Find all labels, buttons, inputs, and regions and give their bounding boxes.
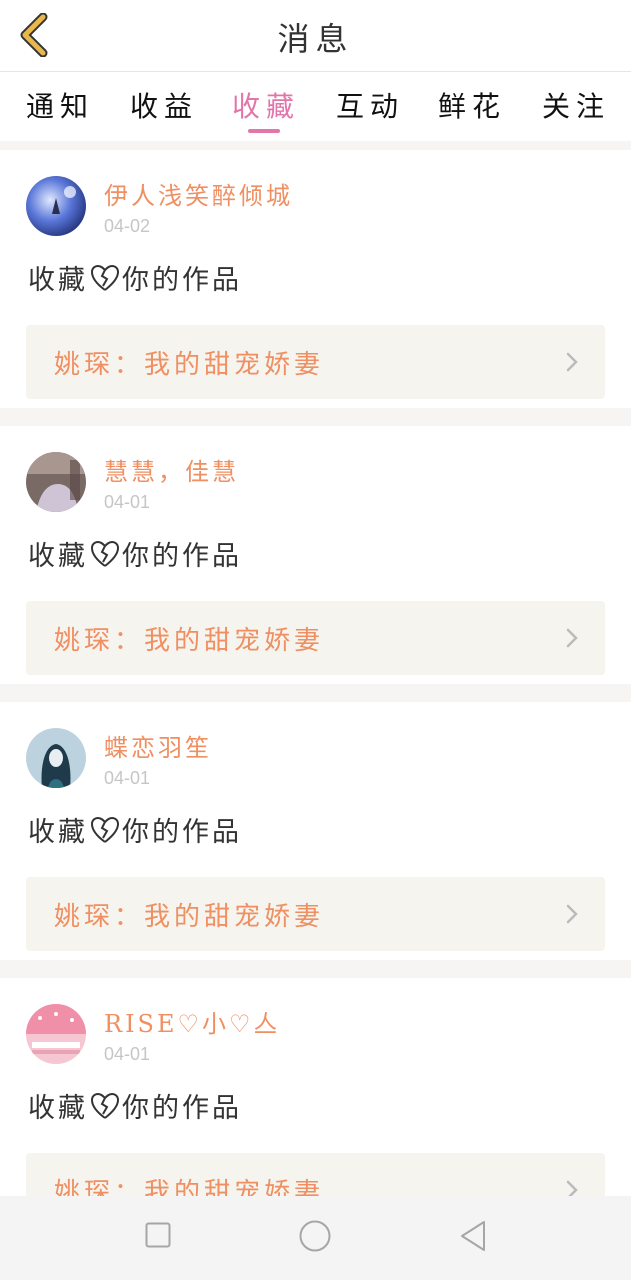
action-suffix: 你的作品 xyxy=(122,265,242,296)
message-date: 04-01 xyxy=(104,768,151,788)
action-suffix: 你的作品 xyxy=(122,817,242,848)
action-text: 收藏 你的作品 xyxy=(28,258,242,297)
circle-icon[interactable] xyxy=(299,1220,331,1252)
avatar[interactable] xyxy=(26,1004,86,1064)
action-text: 收藏 你的作品 xyxy=(28,534,242,573)
work-link[interactable]: 姚琛：我的甜宠娇妻 xyxy=(26,1153,605,1196)
work-title: 姚琛：我的甜宠娇妻 xyxy=(54,902,325,932)
message-date: 04-02 xyxy=(104,216,151,236)
chevron-right-icon xyxy=(566,352,578,372)
action-prefix: 收藏 xyxy=(28,265,88,296)
action-suffix: 你的作品 xyxy=(122,541,242,572)
tab-earnings[interactable]: 收益 xyxy=(130,85,198,125)
avatar[interactable] xyxy=(26,452,86,512)
work-title: 姚琛：我的甜宠娇妻 xyxy=(54,626,325,656)
chevron-right-icon xyxy=(566,1180,578,1196)
action-prefix: 收藏 xyxy=(28,1093,88,1124)
action-text: 收藏 你的作品 xyxy=(28,1086,242,1125)
list-item: 蝶恋羽笙 04-01 收藏 你的作品 姚琛：我的甜宠娇妻 xyxy=(0,702,631,960)
message-date: 04-01 xyxy=(104,1044,151,1064)
work-title: 姚琛：我的甜宠娇妻 xyxy=(54,350,325,380)
broken-heart-icon xyxy=(90,264,120,291)
tab-flowers[interactable]: 鲜花 xyxy=(438,85,506,125)
list-item: RISE♡小♡亼 04-01 收藏 你的作品 姚琛：我的甜宠娇妻 xyxy=(0,978,631,1196)
active-tab-indicator xyxy=(248,129,280,133)
action-suffix: 你的作品 xyxy=(122,1093,242,1124)
tab-bar: 通知 收益 收藏 互动 鲜花 关注 xyxy=(0,73,631,141)
message-list[interactable]: 伊人浅笑醉倾城 04-02 收藏 你的作品 姚琛：我的甜宠娇妻 慧慧，佳慧 04… xyxy=(0,141,631,1196)
chevron-right-icon xyxy=(566,628,578,648)
tab-favorites[interactable]: 收藏 xyxy=(232,85,300,125)
broken-heart-icon xyxy=(90,816,120,843)
avatar[interactable] xyxy=(26,728,86,788)
action-prefix: 收藏 xyxy=(28,541,88,572)
work-link[interactable]: 姚琛：我的甜宠娇妻 xyxy=(26,877,605,951)
action-prefix: 收藏 xyxy=(28,817,88,848)
tab-notice[interactable]: 通知 xyxy=(26,85,94,125)
system-nav-bar xyxy=(0,1196,631,1280)
triangle-back-icon[interactable] xyxy=(459,1220,487,1252)
action-text: 收藏 你的作品 xyxy=(28,810,242,849)
tab-interaction[interactable]: 互动 xyxy=(336,85,404,125)
user-name[interactable]: 伊人浅笑醉倾城 xyxy=(104,176,293,211)
list-item: 慧慧，佳慧 04-01 收藏 你的作品 姚琛：我的甜宠娇妻 xyxy=(0,426,631,684)
message-date: 04-01 xyxy=(104,492,151,512)
broken-heart-icon xyxy=(90,540,120,567)
user-name[interactable]: RISE♡小♡亼 xyxy=(104,1004,281,1039)
work-link[interactable]: 姚琛：我的甜宠娇妻 xyxy=(26,325,605,399)
avatar[interactable] xyxy=(26,176,86,236)
list-item: 伊人浅笑醉倾城 04-02 收藏 你的作品 姚琛：我的甜宠娇妻 xyxy=(0,150,631,408)
square-icon[interactable] xyxy=(145,1222,171,1248)
user-name[interactable]: 蝶恋羽笙 xyxy=(104,728,212,763)
work-title: 姚琛：我的甜宠娇妻 xyxy=(54,1178,325,1196)
header: 消息 xyxy=(0,0,631,72)
user-name[interactable]: 慧慧，佳慧 xyxy=(104,452,239,487)
work-link[interactable]: 姚琛：我的甜宠娇妻 xyxy=(26,601,605,675)
chevron-right-icon xyxy=(566,904,578,924)
page-title: 消息 xyxy=(277,20,354,58)
broken-heart-icon xyxy=(90,1092,120,1119)
tab-follow[interactable]: 关注 xyxy=(542,85,610,125)
